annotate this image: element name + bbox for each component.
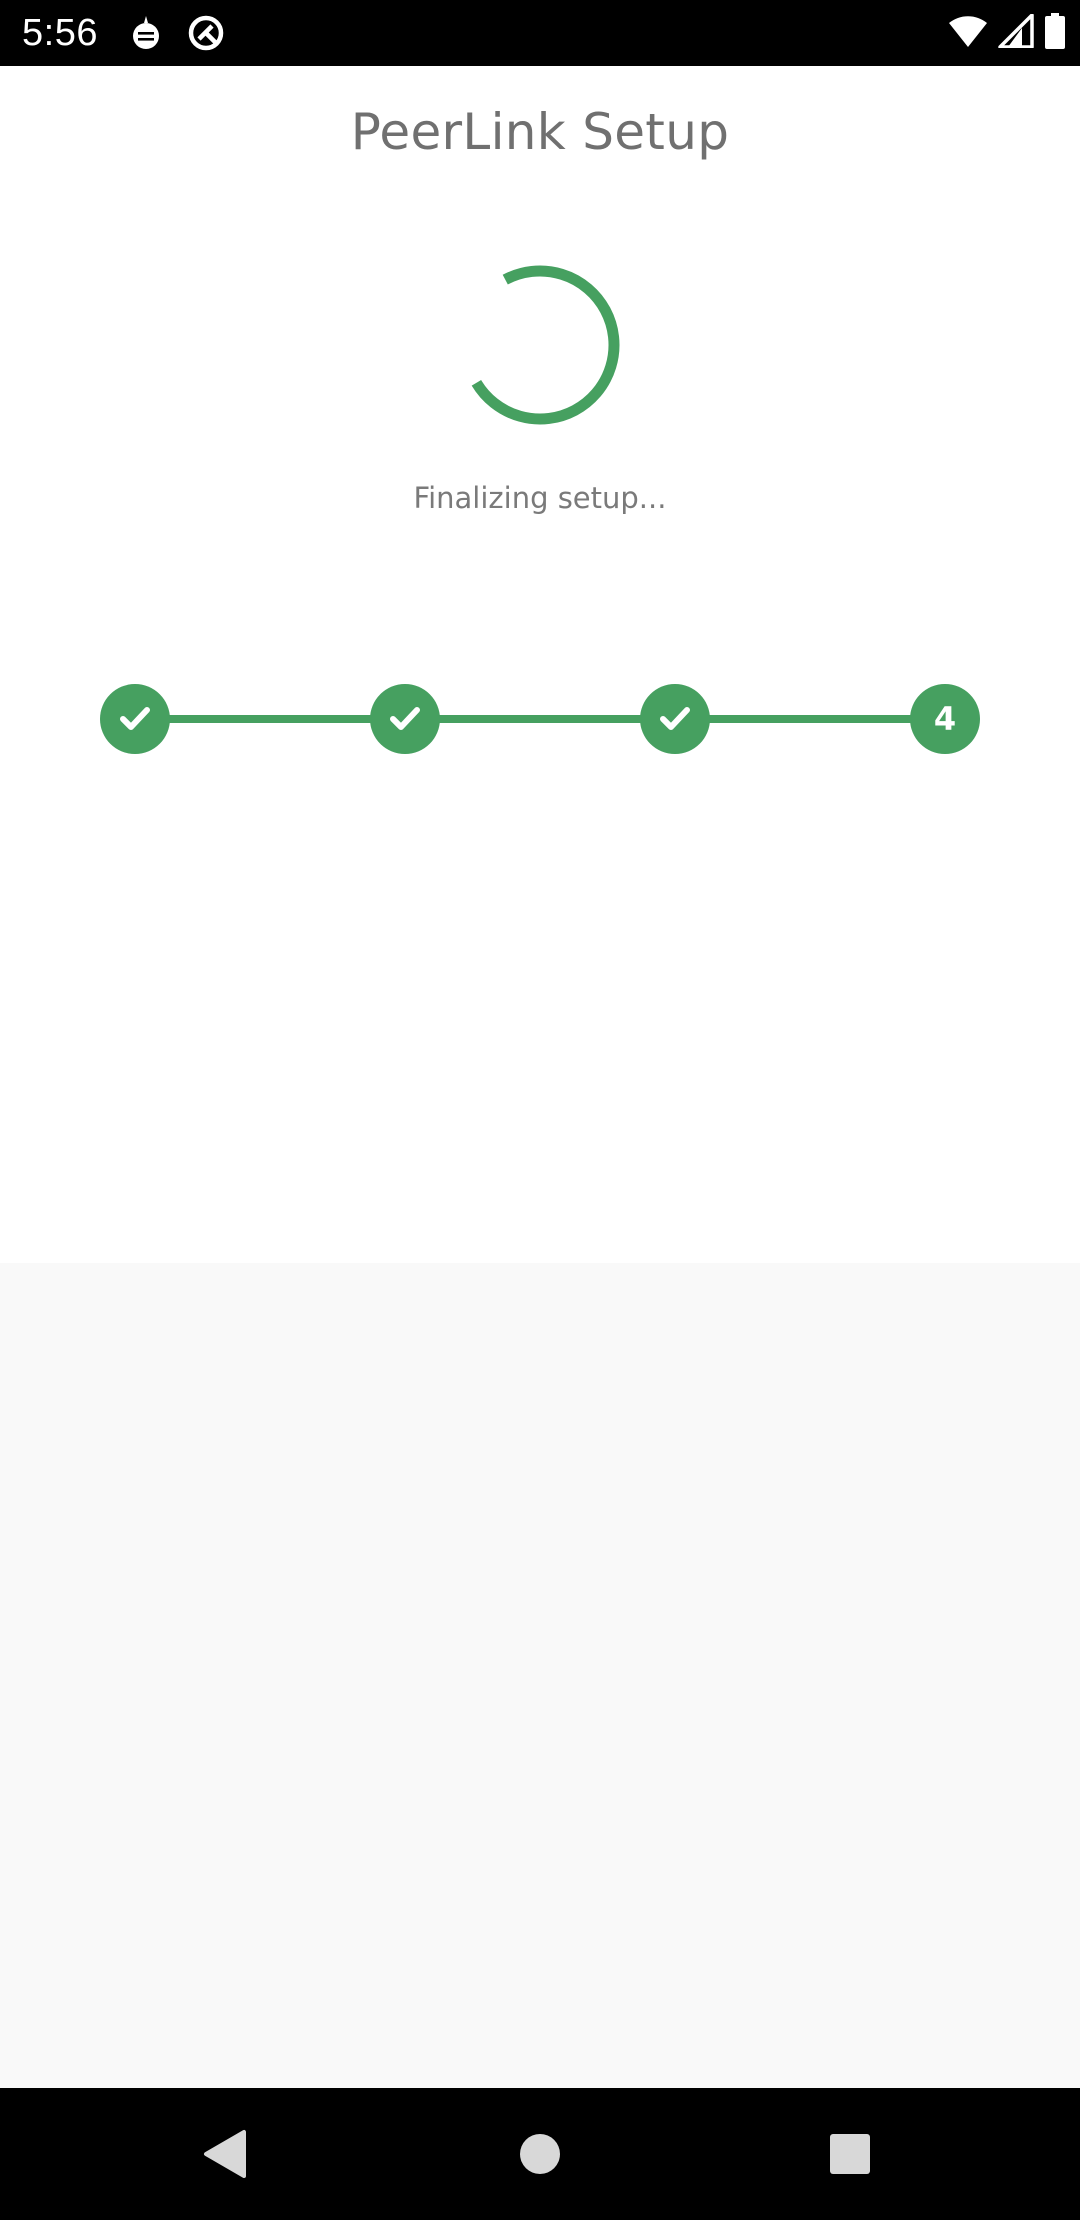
wifi-icon (948, 14, 988, 52)
cell-signal-icon (998, 13, 1034, 52)
sim-notification-icon (126, 13, 166, 53)
step-3-complete (640, 684, 710, 754)
screen: 5:56 PeerLink Setup Finalizing setup... … (0, 0, 1080, 2220)
check-icon (120, 707, 150, 730)
data-sync-icon (186, 13, 226, 53)
page-title: PeerLink Setup (350, 103, 730, 161)
step-connector (135, 715, 405, 723)
setup-screen: PeerLink Setup Finalizing setup... 4 (0, 66, 1080, 1263)
check-icon (660, 707, 690, 730)
back-button[interactable] (182, 2110, 270, 2198)
step-connector (675, 715, 945, 723)
step-2-complete (370, 684, 440, 754)
step-number: 4 (933, 700, 957, 738)
recents-icon (830, 2134, 870, 2174)
back-icon (204, 2130, 246, 2178)
step-1-complete (100, 684, 170, 754)
home-icon (520, 2134, 560, 2174)
status-time: 5:56 (22, 12, 98, 54)
home-button[interactable] (496, 2110, 584, 2198)
recents-button[interactable] (806, 2110, 894, 2198)
status-right-icons (948, 13, 1066, 53)
lower-background (0, 1263, 1080, 2088)
status-bar: 5:56 (0, 0, 1080, 66)
battery-icon (1044, 13, 1066, 53)
check-icon (390, 707, 420, 730)
progress-status-text: Finalizing setup... (413, 481, 667, 515)
navigation-bar (0, 2088, 1080, 2220)
loading-spinner (459, 264, 621, 426)
setup-stepper: 4 (0, 666, 1080, 770)
step-connector (405, 715, 675, 723)
step-4-current: 4 (910, 684, 980, 754)
